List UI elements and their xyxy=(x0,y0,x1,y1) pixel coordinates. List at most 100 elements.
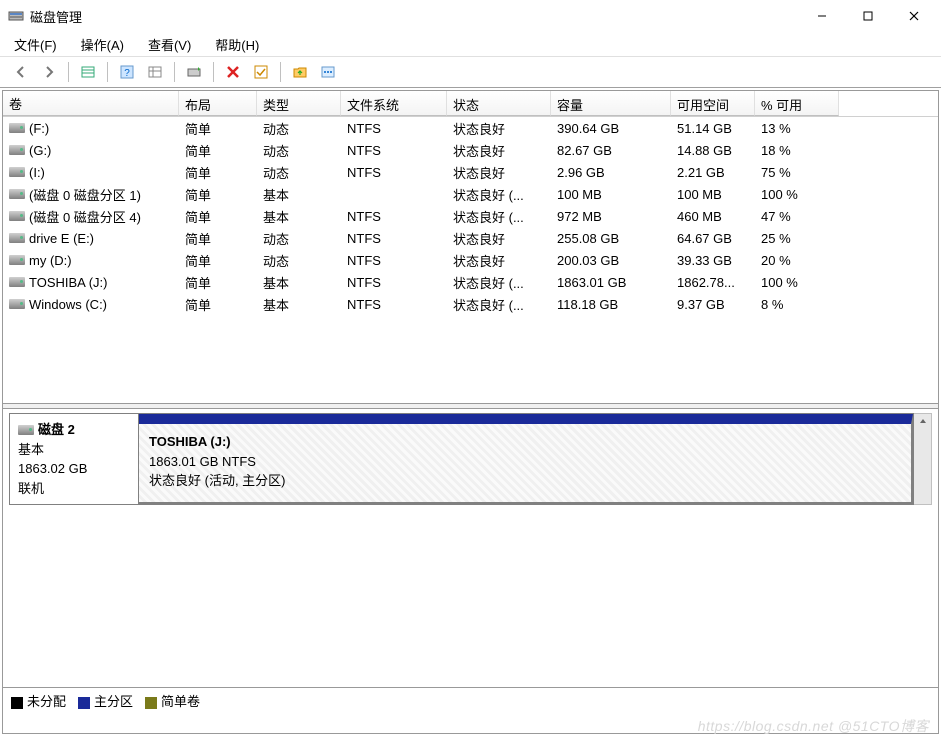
volume-status: 状态良好 xyxy=(447,161,551,184)
volume-type: 基本 xyxy=(257,271,341,294)
menu-view[interactable]: 查看(V) xyxy=(142,33,197,56)
volume-layout: 简单 xyxy=(179,293,257,316)
window-title: 磁盘管理 xyxy=(30,7,799,26)
toolbar-separator xyxy=(174,62,175,82)
drive-icon xyxy=(9,145,25,155)
legend-bar: 未分配 主分区 简单卷 xyxy=(3,687,938,713)
title-bar: 磁盘管理 xyxy=(0,0,941,32)
partition-status: 状态良好 (活动, 主分区) xyxy=(149,471,901,491)
volume-layout: 简单 xyxy=(179,139,257,162)
col-header-free[interactable]: 可用空间 xyxy=(671,91,755,116)
back-button[interactable] xyxy=(8,60,34,84)
volume-list[interactable]: (F:)简单动态NTFS状态良好390.64 GB51.14 GB13 %(G:… xyxy=(3,117,938,403)
toolbar: ? xyxy=(0,56,941,88)
swatch-olive-icon xyxy=(145,697,157,709)
main-pane: 卷 布局 类型 文件系统 状态 容量 可用空间 % 可用 (F:)简单动态NTF… xyxy=(2,90,939,734)
volume-free: 39.33 GB xyxy=(671,251,755,270)
table-row[interactable]: (磁盘 0 磁盘分区 1)简单基本状态良好 (...100 MB100 MB10… xyxy=(3,183,938,205)
volume-layout: 简单 xyxy=(179,183,257,206)
help-button[interactable]: ? xyxy=(114,60,140,84)
partition-block[interactable]: TOSHIBA (J:) 1863.01 GB NTFS 状态良好 (活动, 主… xyxy=(139,414,913,504)
volume-free: 2.21 GB xyxy=(671,163,755,182)
menu-bar: 文件(F) 操作(A) 查看(V) 帮助(H) xyxy=(0,32,941,56)
volume-layout: 简单 xyxy=(179,249,257,272)
toolbar-separator xyxy=(213,62,214,82)
volume-name: (磁盘 0 磁盘分区 4) xyxy=(29,207,141,226)
table-row[interactable]: drive E (E:)简单动态NTFS状态良好255.08 GB64.67 G… xyxy=(3,227,938,249)
volume-fs xyxy=(341,192,447,196)
volume-fs: NTFS xyxy=(341,207,447,226)
table-row[interactable]: Windows (C:)简单基本NTFS状态良好 (...118.18 GB9.… xyxy=(3,293,938,315)
volume-capacity: 255.08 GB xyxy=(551,229,671,248)
toolbar-separator xyxy=(107,62,108,82)
volume-percent: 100 % xyxy=(755,273,839,292)
disk-type: 基本 xyxy=(18,440,130,460)
volume-capacity: 118.18 GB xyxy=(551,295,671,314)
drive-icon xyxy=(9,233,25,243)
table-row[interactable]: TOSHIBA (J:)简单基本NTFS状态良好 (...1863.01 GB1… xyxy=(3,271,938,293)
toolbar-separator xyxy=(68,62,69,82)
view-list-button[interactable] xyxy=(75,60,101,84)
volume-fs: NTFS xyxy=(341,295,447,314)
toolbar-separator xyxy=(280,62,281,82)
volume-capacity: 1863.01 GB xyxy=(551,273,671,292)
table-row[interactable]: (F:)简单动态NTFS状态良好390.64 GB51.14 GB13 % xyxy=(3,117,938,139)
menu-action[interactable]: 操作(A) xyxy=(75,33,130,56)
volume-free: 51.14 GB xyxy=(671,119,755,138)
volume-type: 基本 xyxy=(257,293,341,316)
volume-type: 动态 xyxy=(257,249,341,272)
col-header-layout[interactable]: 布局 xyxy=(179,91,257,116)
volume-status: 状态良好 (... xyxy=(447,293,551,316)
col-header-status[interactable]: 状态 xyxy=(447,91,551,116)
settings-button[interactable] xyxy=(315,60,341,84)
volume-name: my (D:) xyxy=(29,253,72,268)
table-row[interactable]: (磁盘 0 磁盘分区 4)简单基本NTFS状态良好 (...972 MB460 … xyxy=(3,205,938,227)
col-header-type[interactable]: 类型 xyxy=(257,91,341,116)
volume-percent: 18 % xyxy=(755,141,839,160)
table-row[interactable]: my (D:)简单动态NTFS状态良好200.03 GB39.33 GB20 % xyxy=(3,249,938,271)
maximize-button[interactable] xyxy=(845,1,891,31)
volume-fs: NTFS xyxy=(341,229,447,248)
partition-info: 1863.01 GB NTFS xyxy=(149,452,901,472)
folder-up-button[interactable] xyxy=(287,60,313,84)
volume-name: drive E (E:) xyxy=(29,231,94,246)
vertical-scrollbar[interactable] xyxy=(914,413,932,505)
volume-fs: NTFS xyxy=(341,141,447,160)
swatch-black-icon xyxy=(11,697,23,709)
volume-type: 动态 xyxy=(257,161,341,184)
table-row[interactable]: (I:)简单动态NTFS状态良好2.96 GB2.21 GB75 % xyxy=(3,161,938,183)
volume-capacity: 100 MB xyxy=(551,185,671,204)
col-header-capacity[interactable]: 容量 xyxy=(551,91,671,116)
disk-map-pane: 磁盘 2 基本 1863.02 GB 联机 TOSHIBA (J:) 1863.… xyxy=(3,409,938,687)
minimize-button[interactable] xyxy=(799,1,845,31)
drive-icon xyxy=(9,255,25,265)
disk-size: 1863.02 GB xyxy=(18,459,130,479)
legend-unallocated: 未分配 xyxy=(11,691,66,710)
volume-status: 状态良好 xyxy=(447,227,551,250)
check-button[interactable] xyxy=(248,60,274,84)
volume-capacity: 200.03 GB xyxy=(551,251,671,270)
disk-label: 磁盘 2 xyxy=(38,420,75,440)
volume-status: 状态良好 (... xyxy=(447,183,551,206)
col-header-filesystem[interactable]: 文件系统 xyxy=(341,91,447,116)
volume-free: 1862.78... xyxy=(671,273,755,292)
col-header-volume[interactable]: 卷 xyxy=(3,91,179,116)
disk-row[interactable]: 磁盘 2 基本 1863.02 GB 联机 TOSHIBA (J:) 1863.… xyxy=(9,413,932,505)
volume-type: 动态 xyxy=(257,117,341,140)
forward-button[interactable] xyxy=(36,60,62,84)
svg-text:?: ? xyxy=(124,68,130,79)
col-header-percent[interactable]: % 可用 xyxy=(755,91,839,116)
view-details-button[interactable] xyxy=(142,60,168,84)
close-button[interactable] xyxy=(891,1,937,31)
volume-free: 460 MB xyxy=(671,207,755,226)
disk-info[interactable]: 磁盘 2 基本 1863.02 GB 联机 xyxy=(9,413,139,505)
table-row[interactable]: (G:)简单动态NTFS状态良好82.67 GB14.88 GB18 % xyxy=(3,139,938,161)
volume-fs: NTFS xyxy=(341,273,447,292)
drive-icon xyxy=(9,277,25,287)
menu-file[interactable]: 文件(F) xyxy=(8,33,63,56)
menu-help[interactable]: 帮助(H) xyxy=(209,33,265,56)
volume-free: 100 MB xyxy=(671,185,755,204)
refresh-button[interactable] xyxy=(181,60,207,84)
app-icon xyxy=(8,8,24,24)
delete-button[interactable] xyxy=(220,60,246,84)
